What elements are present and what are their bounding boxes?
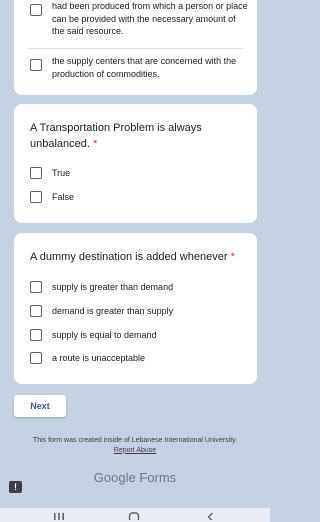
option-divider xyxy=(28,48,243,49)
option-label: False xyxy=(52,192,75,202)
checkbox[interactable] xyxy=(30,281,42,293)
google-forms-logo: Google Forms xyxy=(0,470,270,485)
question-title: A dummy destination is added whenever * xyxy=(30,249,242,265)
checkbox[interactable] xyxy=(30,59,42,71)
question-title-text: A dummy destination is added whenever xyxy=(30,251,228,263)
checkbox[interactable] xyxy=(30,329,42,341)
question-card-previous: had been produced from which a person or… xyxy=(14,0,257,95)
created-note-text: This form was created inside of Lebanese… xyxy=(32,437,238,444)
question-title-text: A Transportation Problem is always unbal… xyxy=(30,122,202,150)
brand-google: Google xyxy=(93,470,136,485)
recents-icon[interactable] xyxy=(53,510,65,522)
checkbox[interactable] xyxy=(30,352,42,364)
option-label: the supply centers that are concerned wi… xyxy=(52,56,237,79)
report-abuse-link[interactable]: Report Abuse xyxy=(114,447,156,454)
question-card-transportation: A Transportation Problem is always unbal… xyxy=(14,104,257,223)
option-label: supply is greater than demand xyxy=(52,282,174,292)
system-navigation-bar xyxy=(0,508,270,522)
form-creation-note: This form was created inside of Lebanese… xyxy=(30,436,240,455)
checkbox[interactable] xyxy=(30,167,42,179)
question-title: A Transportation Problem is always unbal… xyxy=(30,120,242,152)
option-label: supply is equal to demand xyxy=(52,330,157,340)
option-label: demand is greater than supply xyxy=(52,306,174,316)
required-marker: * xyxy=(230,251,235,263)
checkbox[interactable] xyxy=(30,4,42,16)
back-icon[interactable] xyxy=(205,510,217,522)
checkbox[interactable] xyxy=(30,305,42,317)
option-label: True xyxy=(52,168,71,178)
home-icon[interactable] xyxy=(128,510,140,522)
checkbox[interactable] xyxy=(30,191,42,203)
brand-forms: Forms xyxy=(139,470,177,485)
required-marker: * xyxy=(93,138,98,150)
option-label: had been produced from which a person or… xyxy=(52,1,248,36)
option-label: a route is unacceptable xyxy=(52,353,146,363)
question-card-dummy-destination: A dummy destination is added whenever * … xyxy=(14,233,257,384)
exclamation-icon[interactable]: ! xyxy=(9,481,22,493)
next-button[interactable]: Next xyxy=(14,395,66,417)
